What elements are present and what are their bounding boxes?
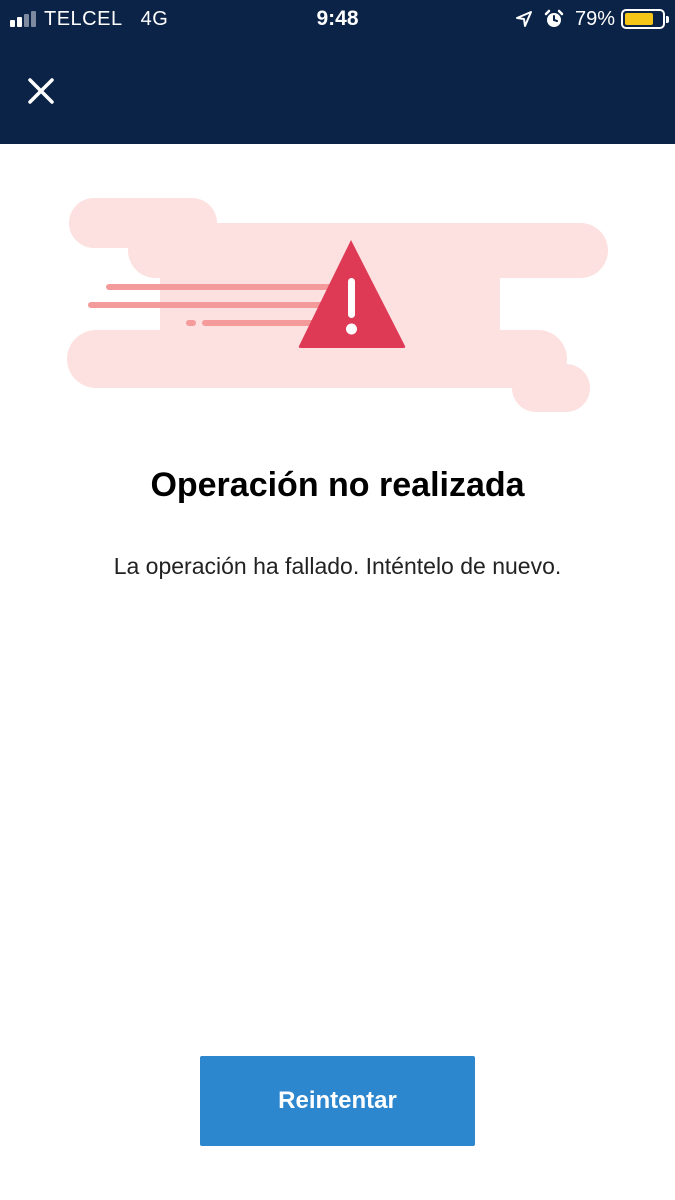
battery-fill <box>625 13 654 25</box>
battery-cap <box>666 16 669 23</box>
status-bar: TELCEL 4G 9:48 79% <box>0 0 675 38</box>
close-button[interactable] <box>22 72 60 110</box>
error-illustration-graphic <box>67 198 608 412</box>
alarm-icon <box>544 9 564 27</box>
top-header: TELCEL 4G 9:48 79% <box>0 0 675 144</box>
page-title: Operación no realizada <box>150 466 525 504</box>
battery-icon <box>621 9 669 29</box>
location-arrow-icon <box>515 11 532 27</box>
close-icon <box>28 78 54 104</box>
status-right: 79% <box>515 6 669 32</box>
battery-percent: 79% <box>574 7 615 30</box>
retry-button[interactable]: Reintentar <box>200 1056 475 1146</box>
error-message: La operación ha fallado. Inténtelo de nu… <box>113 553 562 579</box>
error-illustration <box>60 190 620 420</box>
